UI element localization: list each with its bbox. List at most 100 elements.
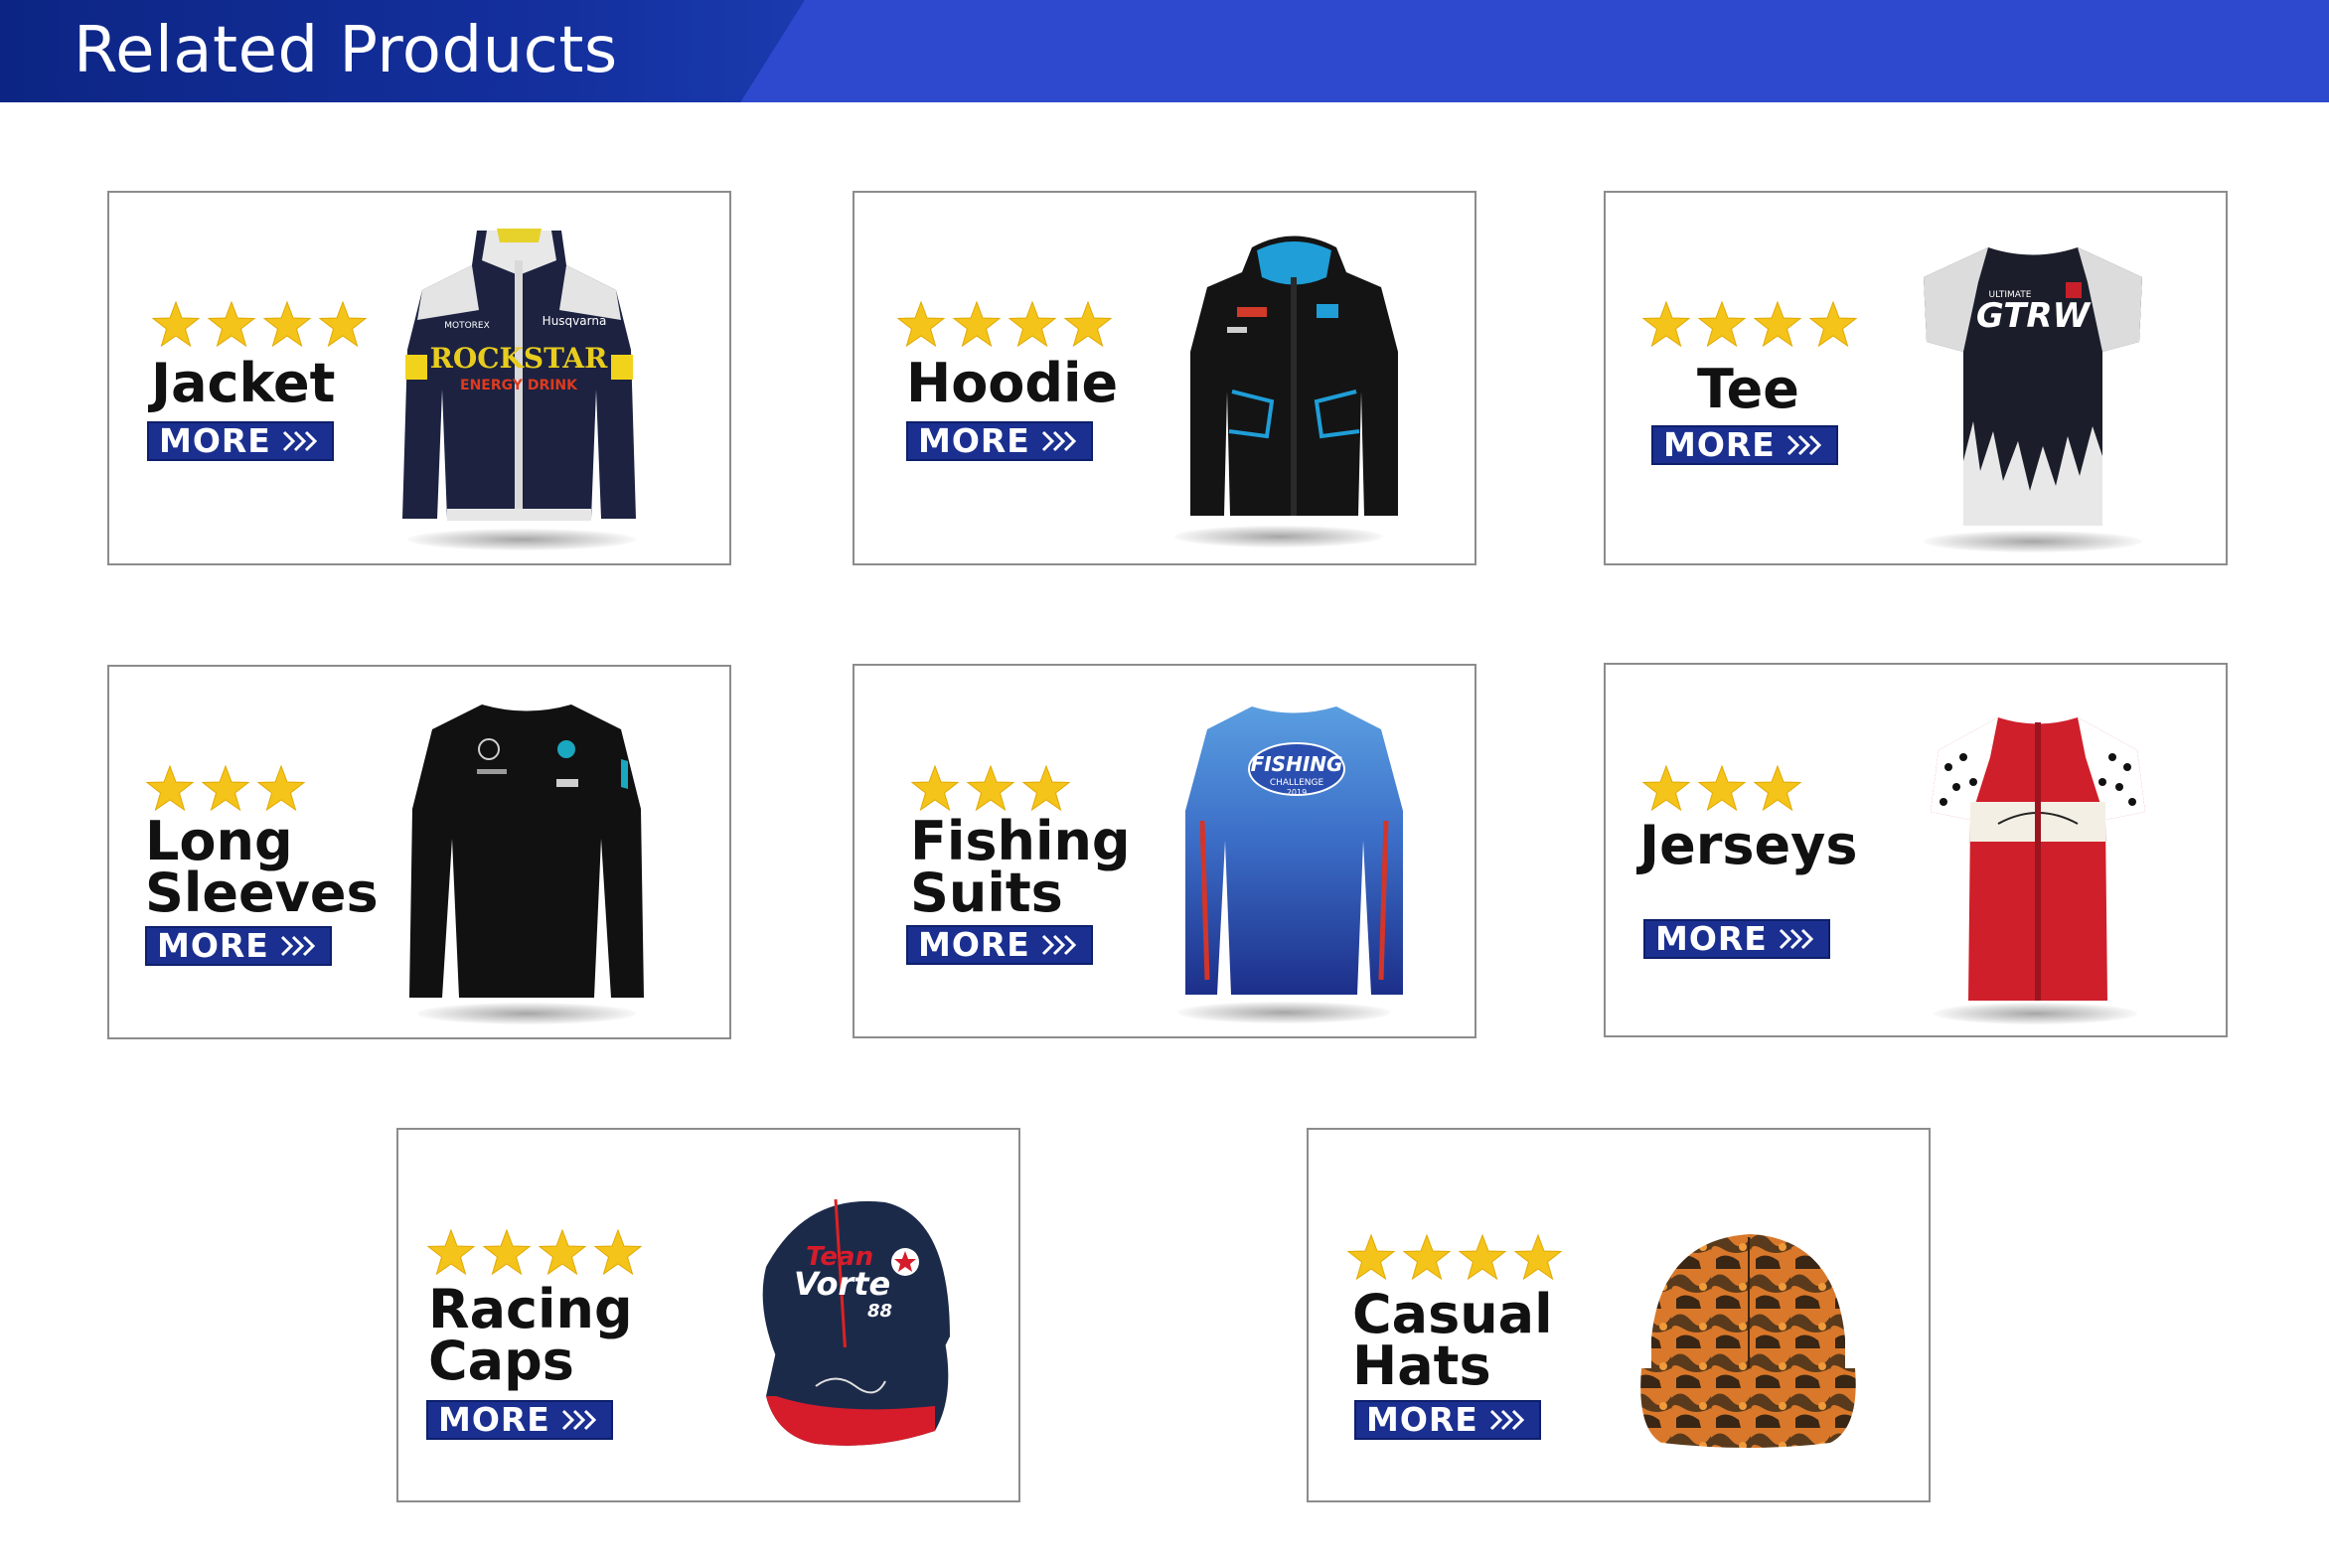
arrows-right-icon	[560, 1408, 600, 1432]
product-name-line-1: Fishing	[910, 810, 1131, 872]
star-icon	[966, 764, 1015, 814]
more-button[interactable]: MORE	[147, 421, 334, 461]
product-shadow	[407, 529, 636, 550]
star-icon	[538, 1228, 587, 1278]
product-card-long-sleeves[interactable]: Long Sleeves MORE	[107, 665, 731, 1039]
more-button-label: MORE	[438, 1400, 550, 1439]
arrows-right-icon	[1786, 433, 1825, 457]
long-sleeve-image	[409, 705, 644, 998]
star-icon	[426, 1228, 476, 1278]
star-icon	[1753, 300, 1802, 350]
star-rating	[910, 764, 1071, 814]
racing-cap-image: Tean Vorte 88	[762, 1198, 950, 1446]
star-icon	[1008, 300, 1057, 350]
star-icon	[1697, 300, 1747, 350]
product-card-casual-hats[interactable]: Casual Hats MORE	[1307, 1128, 1931, 1502]
more-button-label: MORE	[918, 925, 1030, 964]
star-icon	[1513, 1233, 1563, 1283]
star-icon	[1697, 764, 1747, 814]
star-icon	[482, 1228, 532, 1278]
star-icon	[896, 300, 946, 350]
jacket-image: ROCKSTAR ENERGY DRINK Husqvarna MOTOREX	[402, 229, 636, 521]
star-icon	[1063, 300, 1113, 350]
more-button-label: MORE	[1655, 919, 1768, 958]
cap-print-text-2: Vorte	[794, 1265, 890, 1303]
tee-print-subtext: ULTIMATE	[1989, 290, 2032, 300]
fishing-print-year: 2019	[1287, 788, 1307, 797]
more-button[interactable]: MORE	[906, 925, 1093, 965]
more-button[interactable]: MORE	[906, 421, 1093, 461]
star-icon	[1346, 1233, 1396, 1283]
jacket-sponsor-text: Husqvarna	[543, 314, 607, 328]
product-name-line-2: Caps	[428, 1330, 574, 1392]
star-icon	[151, 300, 201, 350]
product-shadow	[1924, 531, 2142, 552]
star-icon	[952, 300, 1002, 350]
more-button[interactable]: MORE	[145, 926, 332, 966]
arrows-right-icon	[1778, 927, 1817, 951]
star-icon	[318, 300, 368, 350]
jacket-sponsor-text-2: MOTOREX	[444, 321, 490, 331]
star-rating	[1346, 1233, 1563, 1283]
product-card-racing-caps[interactable]: Racing Caps MORE Tean Vorte 88	[396, 1128, 1020, 1502]
more-button-label: MORE	[918, 421, 1030, 460]
star-icon	[1458, 1233, 1507, 1283]
star-icon	[1808, 300, 1858, 350]
arrows-right-icon	[281, 429, 321, 453]
star-rating	[896, 300, 1113, 350]
product-card-fishing-suits[interactable]: Fishing Suits MORE FISHING CHALLENGE 201…	[853, 664, 1476, 1038]
product-shadow	[417, 1003, 636, 1024]
jacket-print-subtext: ENERGY DRINK	[460, 378, 578, 393]
star-icon	[1402, 1233, 1452, 1283]
product-card-tee[interactable]: Tee MORE GTRW ULTIMATE	[1604, 191, 2228, 565]
more-button[interactable]: MORE	[426, 1400, 613, 1440]
arrows-right-icon	[1488, 1408, 1528, 1432]
fishing-print-text: FISHING	[1251, 752, 1343, 776]
star-rating	[151, 300, 368, 350]
header-banner: Related Products	[0, 0, 2329, 102]
jacket-print-text: ROCKSTAR	[430, 342, 609, 375]
star-rating	[1641, 300, 1858, 350]
product-card-jacket[interactable]: Jacket MORE ROCKSTAR ENERGY DRINK Husqva…	[107, 191, 731, 565]
more-button-label: MORE	[1366, 1400, 1478, 1439]
star-icon	[207, 300, 256, 350]
product-card-jerseys[interactable]: Jerseys MORE	[1604, 663, 2228, 1037]
product-shadow	[1174, 526, 1383, 548]
tee-image: GTRW ULTIMATE	[1924, 247, 2142, 526]
product-name-line-2: Suits	[910, 862, 1063, 924]
more-button-label: MORE	[159, 421, 271, 460]
star-icon	[910, 764, 960, 814]
star-icon	[1021, 764, 1071, 814]
hoodie-image	[1190, 235, 1398, 516]
arrows-right-icon	[279, 934, 319, 958]
product-name-line-1: Racing	[428, 1278, 633, 1340]
more-button[interactable]: MORE	[1651, 425, 1838, 465]
star-icon	[1753, 764, 1802, 814]
more-button-label: MORE	[157, 926, 269, 965]
star-icon	[145, 764, 195, 814]
product-name: Jacket	[151, 352, 336, 414]
star-icon	[1641, 764, 1691, 814]
jersey-image	[1931, 717, 2145, 1001]
product-card-hoodie[interactable]: Hoodie MORE	[853, 191, 1476, 565]
product-shadow	[1934, 1003, 2137, 1024]
star-rating	[145, 764, 306, 814]
star-rating	[1641, 764, 1802, 814]
arrows-right-icon	[1040, 429, 1080, 453]
product-name: Tee	[1697, 358, 1799, 420]
star-rating	[426, 1228, 643, 1278]
fishing-print-subtext: CHALLENGE	[1270, 778, 1324, 788]
product-name: Hoodie	[906, 352, 1119, 414]
more-button[interactable]: MORE	[1643, 919, 1830, 959]
more-button[interactable]: MORE	[1354, 1400, 1541, 1440]
casual-hat-image	[1640, 1234, 1856, 1448]
product-name-line-2: Hats	[1352, 1334, 1491, 1397]
star-icon	[1641, 300, 1691, 350]
star-icon	[256, 764, 306, 814]
product-name-line-2: Sleeves	[145, 862, 379, 924]
page-title: Related Products	[74, 14, 618, 87]
cap-print-number: 88	[867, 1301, 892, 1322]
arrows-right-icon	[1040, 933, 1080, 957]
more-button-label: MORE	[1663, 425, 1776, 464]
star-icon	[201, 764, 250, 814]
